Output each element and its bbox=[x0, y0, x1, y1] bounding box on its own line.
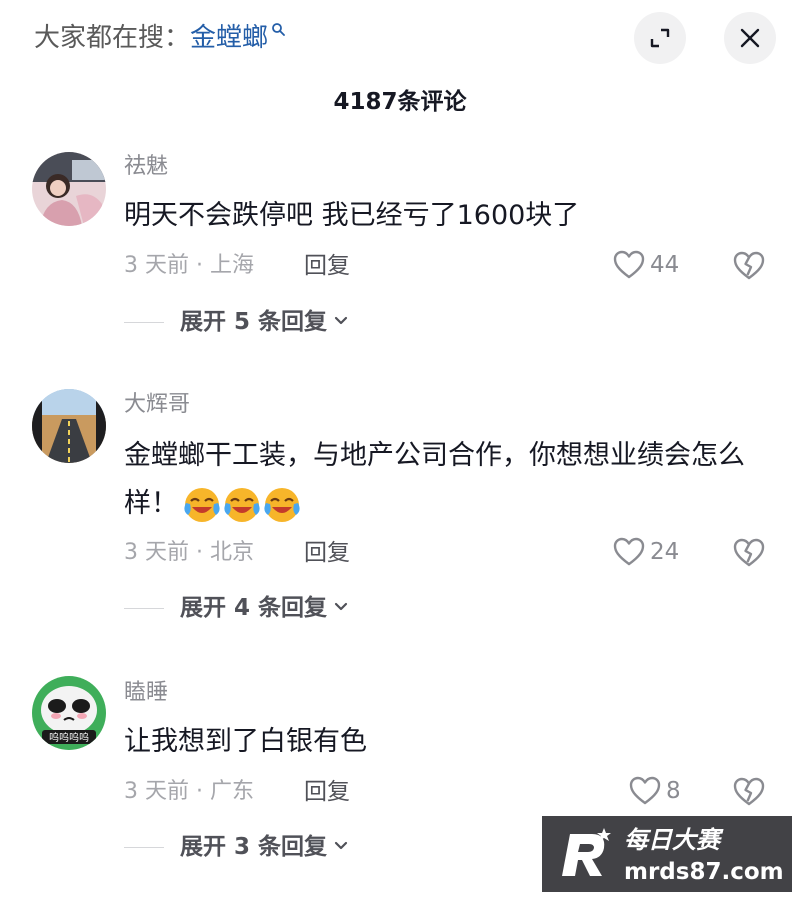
crying-laughing-emoji bbox=[224, 487, 260, 522]
search-keyword[interactable]: 金螳螂 bbox=[190, 23, 268, 53]
username[interactable]: 瞌睡 bbox=[124, 678, 168, 708]
broken-heart-icon[interactable] bbox=[732, 536, 766, 570]
watermark-logo bbox=[562, 828, 611, 876]
like-count: 44 bbox=[650, 252, 680, 278]
expand-replies-button[interactable]: 展开 3 条回复 bbox=[180, 830, 349, 864]
close-icon bbox=[740, 28, 760, 48]
broken-heart-icon[interactable] bbox=[732, 775, 766, 809]
like-button[interactable]: 44 bbox=[612, 248, 679, 282]
heart-icon bbox=[629, 776, 661, 805]
divider bbox=[124, 322, 164, 323]
heart-icon bbox=[613, 250, 645, 279]
watermark-name: 每日大赛 bbox=[624, 826, 720, 854]
chevron-down-icon bbox=[334, 316, 348, 324]
divider bbox=[124, 847, 164, 848]
reply-button[interactable]: 回复 bbox=[304, 249, 350, 283]
expand-button[interactable] bbox=[634, 12, 686, 64]
reply-button[interactable]: 回复 bbox=[304, 775, 350, 809]
avatar[interactable]: 呜呜呜呜 bbox=[32, 676, 106, 750]
reply-button[interactable]: 回复 bbox=[304, 536, 350, 570]
avatar[interactable] bbox=[32, 152, 106, 226]
search-prefix: 大家都在搜： bbox=[34, 23, 191, 53]
watermark: 每日大赛 mrds87.com bbox=[540, 814, 794, 894]
expand-icon bbox=[650, 28, 670, 48]
expand-replies-label: 展开 5 条回复 bbox=[180, 309, 328, 335]
top-bar: 大家都在搜：金螳螂 bbox=[0, 0, 800, 80]
expand-replies-button[interactable]: 展开 5 条回复 bbox=[180, 305, 349, 339]
chevron-down-icon bbox=[334, 602, 348, 610]
username[interactable]: 大辉哥 bbox=[124, 390, 190, 420]
comment-text: 明天不会跌停吧 我已经亏了1600块了 bbox=[124, 200, 580, 231]
like-count: 8 bbox=[666, 778, 681, 804]
crying-laughing-emoji bbox=[264, 487, 300, 522]
heart-icon bbox=[613, 537, 645, 566]
close-button[interactable] bbox=[724, 12, 776, 64]
comment-text: 让我想到了白银有色 bbox=[124, 726, 367, 757]
like-button[interactable]: 8 bbox=[628, 774, 681, 808]
crying-laughing-emoji bbox=[184, 487, 220, 522]
expand-replies-label: 展开 3 条回复 bbox=[180, 834, 328, 860]
expand-replies-button[interactable]: 展开 4 条回复 bbox=[180, 591, 349, 625]
search-suggestion[interactable]: 大家都在搜：金螳螂 bbox=[34, 18, 285, 58]
like-count: 24 bbox=[650, 539, 680, 565]
emoji-group bbox=[182, 485, 302, 525]
avatar[interactable] bbox=[32, 389, 106, 463]
divider bbox=[124, 608, 164, 609]
comment-time-location: 3 天前 · 上海 bbox=[124, 253, 254, 278]
search-icon bbox=[272, 23, 285, 36]
comment-text: 金螳螂干工装，与地产公司合作，你想想业绩会怎么样！ bbox=[124, 432, 769, 528]
like-button[interactable]: 24 bbox=[612, 535, 679, 569]
expand-replies-label: 展开 4 条回复 bbox=[180, 595, 328, 621]
comment-time-location: 3 天前 · 北京 bbox=[124, 540, 254, 565]
comment-time-location: 3 天前 · 广东 bbox=[124, 779, 254, 804]
watermark-url: mrds87.com bbox=[624, 859, 784, 885]
chevron-down-icon bbox=[334, 841, 348, 849]
broken-heart-icon[interactable] bbox=[732, 249, 766, 283]
username[interactable]: 祛魅 bbox=[124, 152, 168, 182]
avatar-caption: 呜呜呜呜 bbox=[49, 731, 89, 744]
comment-count: 4187条评论 bbox=[333, 89, 467, 115]
